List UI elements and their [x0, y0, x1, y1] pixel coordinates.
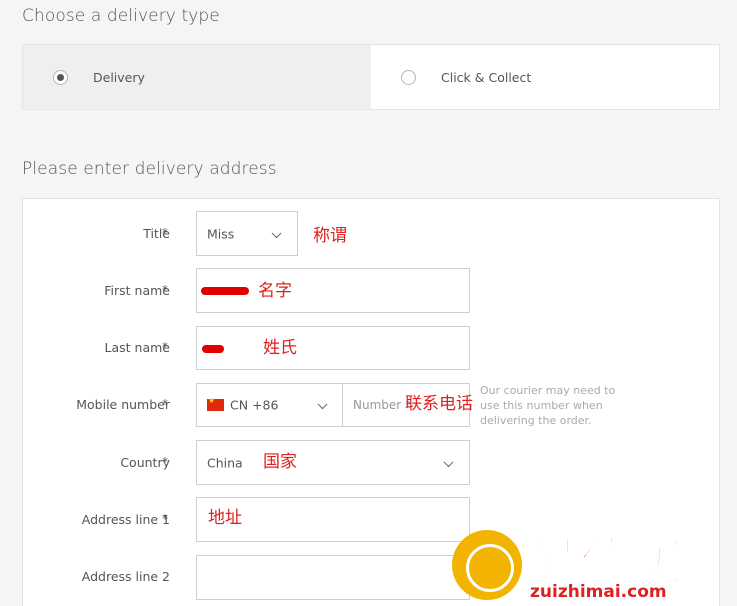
country-code-value: CN +86	[230, 397, 279, 413]
country-code-select[interactable]: CN +86	[196, 383, 343, 427]
last-name-annotation: 姓氏	[263, 338, 297, 358]
required-mark: *	[162, 226, 168, 240]
chevron-down-icon	[271, 227, 282, 238]
delivery-option-label: Delivery	[93, 69, 145, 85]
country-select[interactable]: China	[196, 440, 470, 485]
last-name-label: Last name	[104, 340, 170, 355]
delivery-radio[interactable]	[53, 69, 68, 85]
address-annotation: 地址	[208, 508, 242, 528]
china-flag-icon	[207, 396, 224, 411]
required-mark: *	[162, 455, 168, 469]
mobile-number-placeholder: Number *	[353, 398, 412, 412]
delivery-option[interactable]: Delivery	[23, 45, 371, 109]
country-annotation: 国家	[263, 452, 297, 472]
chevron-down-icon	[317, 399, 328, 410]
watermark-logo-icon	[452, 530, 522, 600]
watermark-site: zuizhimai.com	[530, 582, 667, 602]
click-collect-option-label: Click & Collect	[441, 69, 532, 85]
mobile-number-label: Mobile number	[76, 397, 170, 412]
address-line-1-label: Address line 1	[81, 512, 170, 527]
redaction-mark	[201, 287, 249, 295]
delivery-type-selector: Delivery Click & Collect	[22, 44, 720, 110]
mobile-annotation: 联系电话	[405, 394, 473, 414]
address-line-2-label: Address line 2	[81, 569, 170, 584]
mobile-hint-text: Our courier may need to use this number …	[480, 384, 616, 427]
first-name-label: First name	[104, 283, 170, 298]
chevron-down-icon	[443, 456, 454, 467]
address-line-2-input[interactable]	[196, 555, 470, 600]
required-mark: *	[162, 283, 168, 297]
watermark: 最值买 zuizhimai.com	[448, 522, 737, 606]
click-collect-option[interactable]: Click & Collect	[371, 45, 719, 109]
click-collect-radio[interactable]	[401, 69, 416, 85]
redaction-mark	[202, 345, 224, 353]
required-mark: *	[162, 512, 168, 526]
required-mark: *	[162, 340, 168, 354]
first-name-input[interactable]	[196, 268, 470, 313]
last-name-input[interactable]	[196, 326, 470, 370]
title-annotation: 称谓	[313, 226, 347, 246]
first-name-annotation: 名字	[258, 281, 292, 301]
delivery-address-heading: Please enter delivery address	[22, 159, 277, 179]
country-value: China	[207, 455, 243, 470]
title-select[interactable]: Miss	[196, 211, 298, 256]
title-value: Miss	[207, 226, 235, 241]
required-mark: *	[162, 397, 168, 411]
delivery-type-heading: Choose a delivery type	[22, 6, 220, 26]
